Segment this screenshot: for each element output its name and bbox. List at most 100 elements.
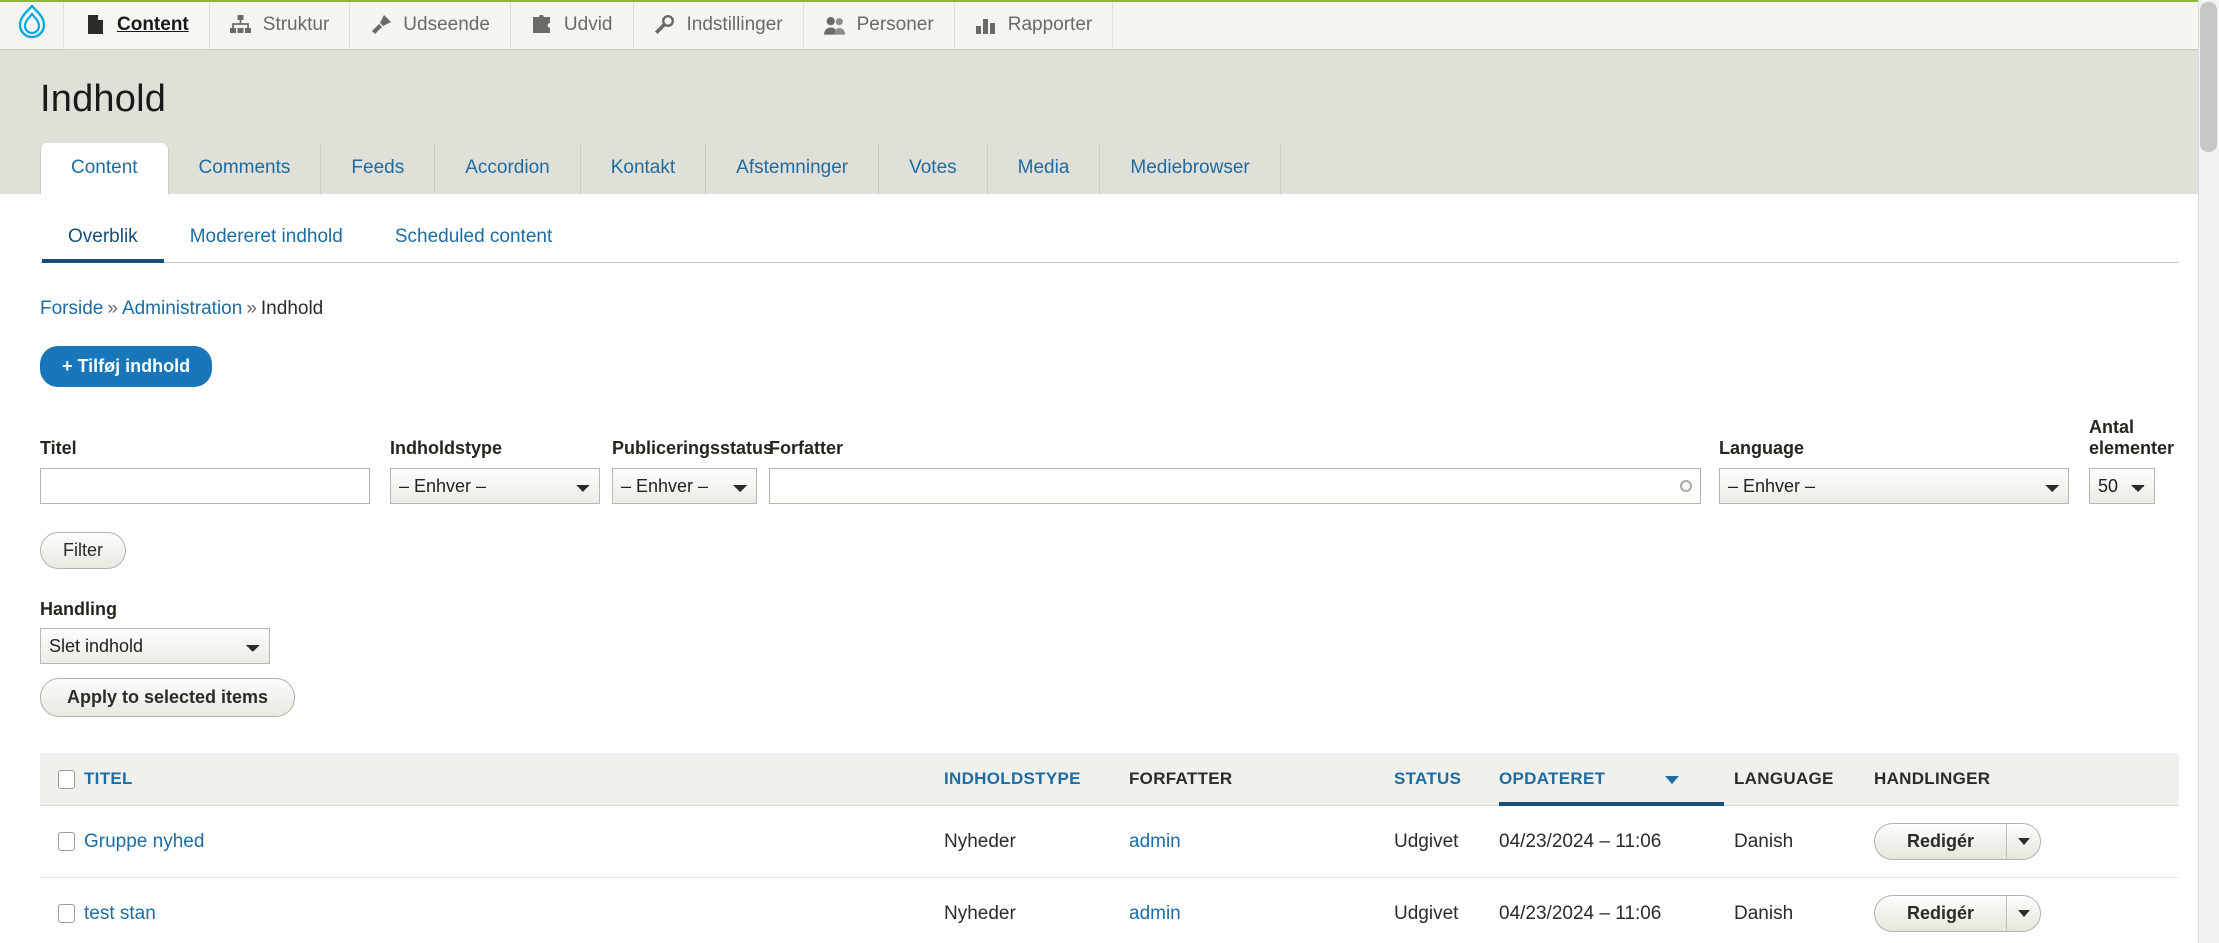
author-autocomplete — [769, 468, 1701, 504]
tab-label: Comments — [199, 157, 291, 178]
tab-votes[interactable]: Votes — [879, 143, 988, 194]
column-header-status[interactable]: STATUS — [1394, 753, 1499, 806]
column-header-opdateret[interactable]: OPDATERET — [1499, 753, 1734, 806]
bulk-action-select[interactable]: Slet indhold — [40, 628, 270, 664]
filter-content-type-group: Indholdstype – Enhver – — [390, 438, 600, 504]
tab-media[interactable]: Media — [988, 143, 1101, 194]
select-all-header — [40, 753, 84, 806]
filter-button[interactable]: Filter — [40, 532, 126, 569]
primary-tab-bar: Content Comments Feeds Accordion Kontakt… — [0, 143, 2219, 194]
filter-publish-status-label: Publiceringsstatus — [612, 438, 757, 459]
dropbutton-toggle[interactable] — [2006, 896, 2040, 931]
subtab-overblik[interactable]: Overblik — [42, 216, 164, 262]
tab-comments[interactable]: Comments — [169, 143, 322, 194]
row-checkbox[interactable] — [58, 904, 75, 923]
page-title: Indhold — [0, 50, 2219, 143]
row-actions-cell: Redigér — [1874, 878, 2179, 943]
language-select[interactable]: – Enhver – — [1719, 468, 2069, 504]
toolbar-item-indstillinger[interactable]: Indstillinger — [634, 0, 804, 49]
tab-label: Kontakt — [611, 157, 675, 178]
drupal-logo[interactable] — [0, 0, 64, 49]
breadcrumb-link-administration[interactable]: Administration — [122, 298, 242, 319]
row-updated-cell: 04/23/2024 – 11:06 — [1499, 878, 1734, 943]
subtab-label: Overblik — [68, 226, 138, 247]
chevron-down-icon — [2018, 838, 2030, 845]
title-input[interactable] — [40, 468, 370, 504]
tab-label: Content — [71, 157, 138, 178]
column-header-forfatter: FORFATTER — [1129, 753, 1394, 806]
add-content-button[interactable]: + Tilføj indhold — [40, 346, 212, 387]
toolbar-item-label: Udvid — [564, 14, 613, 36]
breadcrumb-current: Indhold — [261, 298, 323, 319]
row-language-cell: Danish — [1734, 878, 1874, 943]
secondary-tab-bar: Overblik Modereret indhold Scheduled con… — [40, 216, 2179, 263]
tab-label: Feeds — [351, 157, 404, 178]
tab-content[interactable]: Content — [40, 143, 169, 194]
tab-mediebrowser[interactable]: Mediebrowser — [1100, 143, 1280, 194]
apply-to-selected-button[interactable]: Apply to selected items — [40, 678, 295, 717]
filter-bar: Titel Indholdstype – Enhver – Publicerin… — [40, 417, 2179, 504]
drupal-drop-icon — [19, 5, 45, 44]
tab-label: Afstemninger — [736, 157, 848, 178]
column-header-titel[interactable]: TITEL — [84, 753, 944, 806]
toolbar-item-label: Content — [117, 14, 189, 36]
toolbar-item-label: Udseende — [403, 14, 490, 36]
toolbar-item-struktur[interactable]: Struktur — [210, 0, 351, 49]
chevron-down-icon — [2018, 910, 2030, 917]
filter-language-label: Language — [1719, 438, 2069, 459]
tab-label: Accordion — [465, 157, 550, 178]
items-count-select[interactable]: 50 — [2089, 468, 2155, 504]
row-title-link[interactable]: test stan — [84, 903, 156, 924]
row-author-link[interactable]: admin — [1129, 831, 1181, 852]
tab-feeds[interactable]: Feeds — [321, 143, 435, 194]
row-author-link[interactable]: admin — [1129, 903, 1181, 924]
toolbar-item-label: Indstillinger — [687, 14, 783, 36]
tab-label: Mediebrowser — [1130, 157, 1249, 178]
row-title-link[interactable]: Gruppe nyhed — [84, 831, 204, 852]
breadcrumb-link-forside[interactable]: Forside — [40, 298, 103, 319]
toolbar-item-content[interactable]: Content — [64, 0, 210, 49]
column-header-indholdstype[interactable]: INDHOLDSTYPE — [944, 753, 1129, 806]
toolbar-item-rapporter[interactable]: Rapporter — [955, 0, 1114, 49]
subtab-label: Scheduled content — [395, 226, 552, 247]
row-type-cell: Nyheder — [944, 878, 1129, 943]
table-body: Gruppe nyhed Nyheder admin Udgivet 04/23… — [40, 806, 2179, 943]
tab-kontakt[interactable]: Kontakt — [581, 143, 706, 194]
author-input[interactable] — [769, 468, 1701, 504]
toolbar-item-label: Rapporter — [1008, 14, 1093, 36]
subtab-scheduled-content[interactable]: Scheduled content — [369, 216, 578, 262]
column-header-language: LANGUAGE — [1734, 753, 1874, 806]
row-select-cell — [40, 878, 84, 943]
select-all-checkbox[interactable] — [58, 770, 75, 789]
filter-author-group: Forfatter — [769, 438, 1701, 504]
dropbutton-toggle[interactable] — [2006, 824, 2040, 859]
edit-button[interactable]: Redigér — [1875, 896, 2006, 931]
bulk-action-section: Handling Slet indhold Apply to selected … — [40, 599, 2179, 717]
content-type-select[interactable]: – Enhver – — [390, 468, 600, 504]
toolbar-item-label: Personer — [857, 14, 934, 36]
sitemap-icon — [230, 14, 252, 36]
tab-accordion[interactable]: Accordion — [435, 143, 581, 194]
scrollbar-thumb[interactable] — [2200, 2, 2217, 152]
publish-status-select[interactable]: – Enhver – — [612, 468, 757, 504]
row-dropbutton: Redigér — [1874, 823, 2041, 860]
toolbar-item-udseende[interactable]: Udseende — [350, 0, 511, 49]
row-status-cell: Udgivet — [1394, 878, 1499, 943]
row-author-cell: admin — [1129, 806, 1394, 878]
filter-publish-status-group: Publiceringsstatus – Enhver – — [612, 438, 757, 504]
tab-label: Votes — [909, 157, 957, 178]
tab-afstemninger[interactable]: Afstemninger — [706, 143, 879, 194]
page-scrollbar[interactable] — [2198, 0, 2219, 943]
column-header-handlinger: HANDLINGER — [1874, 753, 2179, 806]
row-actions-cell: Redigér — [1874, 806, 2179, 878]
tab-label: Media — [1018, 157, 1070, 178]
sort-descending-arrow-icon — [1665, 776, 1679, 784]
subtab-modereret-indhold[interactable]: Modereret indhold — [164, 216, 369, 262]
row-status-cell: Udgivet — [1394, 806, 1499, 878]
toolbar-item-udvid[interactable]: Udvid — [511, 0, 634, 49]
edit-button[interactable]: Redigér — [1875, 824, 2006, 859]
toolbar-item-personer[interactable]: Personer — [804, 0, 955, 49]
breadcrumb-separator: » — [246, 298, 257, 319]
row-checkbox[interactable] — [58, 832, 75, 851]
filter-items-count-group: Antal elementer 50 — [2089, 417, 2179, 504]
